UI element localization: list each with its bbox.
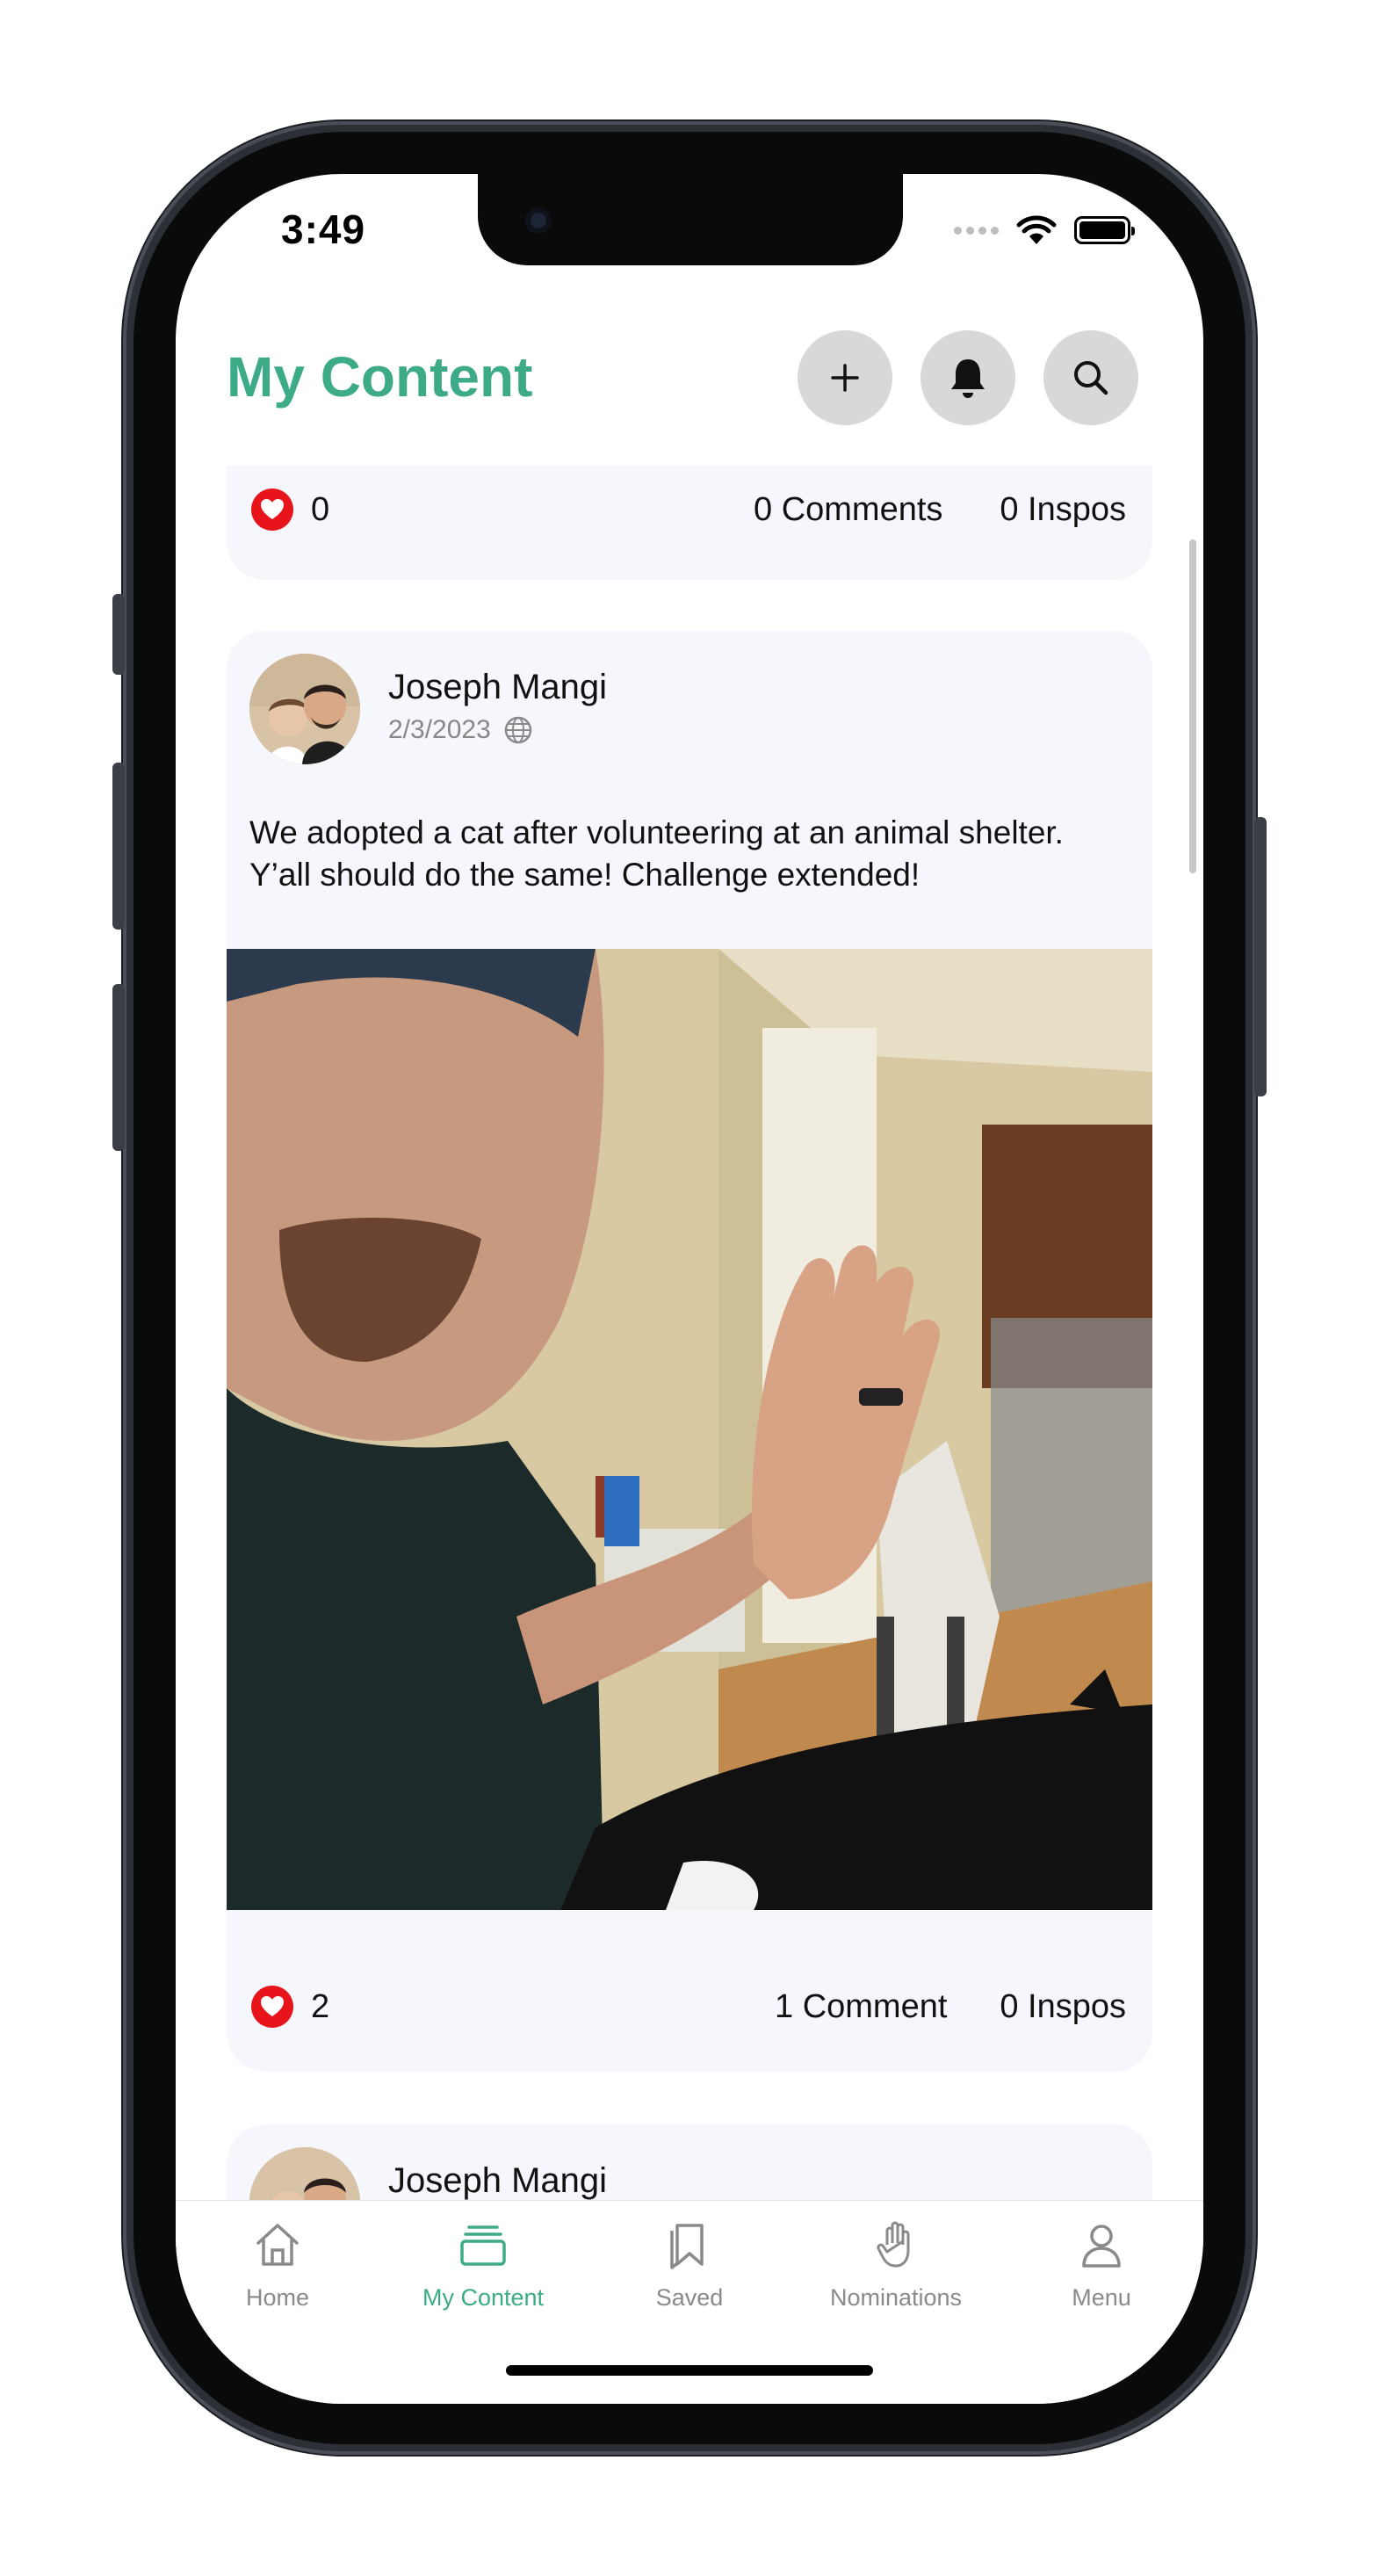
person-icon — [1082, 2225, 1121, 2268]
volume-up-button — [112, 763, 125, 930]
tab-saved[interactable]: Saved — [602, 2218, 777, 2312]
post-text: We adopted a cat after volunteering at a… — [249, 814, 1064, 893]
cellular-signal-icon — [954, 226, 999, 235]
content-feed[interactable]: 0 0 Comments 0 Inspos Joseph Mangi 2/3/2… — [176, 466, 1203, 2200]
tab-menu[interactable]: Menu — [1014, 2218, 1189, 2312]
selfie-with-cat-image — [227, 949, 1152, 1910]
search-button[interactable] — [1043, 330, 1138, 425]
heart-icon — [261, 499, 284, 519]
post-date: 2/3/2023 — [388, 715, 491, 744]
inspos-link[interactable]: 0 Inspos — [1000, 491, 1126, 529]
tab-label: Home — [245, 2284, 310, 2311]
home-indicator[interactable] — [506, 2365, 873, 2376]
power-button — [1254, 817, 1267, 1096]
like-button[interactable] — [251, 1986, 293, 2028]
inspos-link[interactable]: 0 Inspos — [1000, 1988, 1126, 2026]
page-title: My Content — [227, 345, 533, 409]
tab-nominations[interactable]: Nominations — [808, 2218, 984, 2312]
add-button[interactable] — [798, 330, 892, 425]
tab-label: Menu — [1072, 2284, 1131, 2311]
globe-icon — [504, 716, 532, 744]
tab-label: Nominations — [829, 2284, 963, 2311]
notch — [478, 174, 903, 265]
bell-icon — [951, 359, 985, 398]
hand-icon — [877, 2221, 910, 2268]
search-icon — [1074, 361, 1108, 395]
comments-link[interactable]: 1 Comment — [775, 1988, 947, 2026]
tab-home[interactable]: Home — [190, 2218, 365, 2312]
post-card: Joseph Mangi 2/3/2023 We adopted a cat a… — [227, 631, 1152, 2072]
avatar[interactable] — [249, 654, 360, 764]
avatar-photo — [249, 654, 360, 764]
scrollbar[interactable] — [1189, 539, 1196, 873]
avatar-photo — [249, 2147, 360, 2200]
author-name[interactable]: Joseph Mangi — [388, 668, 607, 707]
like-button[interactable] — [251, 488, 293, 531]
post-meta: 2/3/2023 — [388, 715, 533, 745]
like-count: 2 — [311, 1987, 330, 2025]
wifi-icon — [1016, 215, 1057, 244]
post-stats: 0 0 Comments 0 Inspos — [227, 483, 1152, 536]
tab-my-content[interactable]: My Content — [395, 2218, 571, 2312]
tab-label: Saved — [655, 2284, 724, 2311]
heart-icon — [261, 1996, 284, 2016]
screen: 3:49 My Content 0 0 Comments 0 Inspos Jo… — [176, 174, 1203, 2404]
tab-label: My Content — [422, 2284, 545, 2311]
camera-icon — [525, 207, 552, 234]
status-time: 3:49 — [281, 206, 366, 252]
post-stats: 2 1 Comment 0 Inspos — [227, 1980, 1152, 2033]
author-name[interactable]: Joseph Mangi — [388, 2161, 607, 2200]
post-card: Joseph Mangi — [227, 2124, 1152, 2200]
stack-icon — [460, 2225, 506, 2266]
avatar[interactable] — [249, 2147, 360, 2200]
notifications-button[interactable] — [921, 330, 1015, 425]
status-icons — [954, 213, 1135, 248]
post-photo[interactable] — [227, 949, 1152, 1910]
battery-icon — [1074, 216, 1135, 244]
bookmark-icon — [670, 2224, 704, 2269]
home-icon — [256, 2224, 299, 2266]
post-card: 0 0 Comments 0 Inspos — [227, 466, 1152, 580]
plus-icon — [831, 364, 859, 392]
mute-switch — [112, 594, 125, 675]
volume-down-button — [112, 984, 125, 1151]
comments-link[interactable]: 0 Comments — [754, 491, 942, 529]
like-count: 0 — [311, 490, 330, 528]
